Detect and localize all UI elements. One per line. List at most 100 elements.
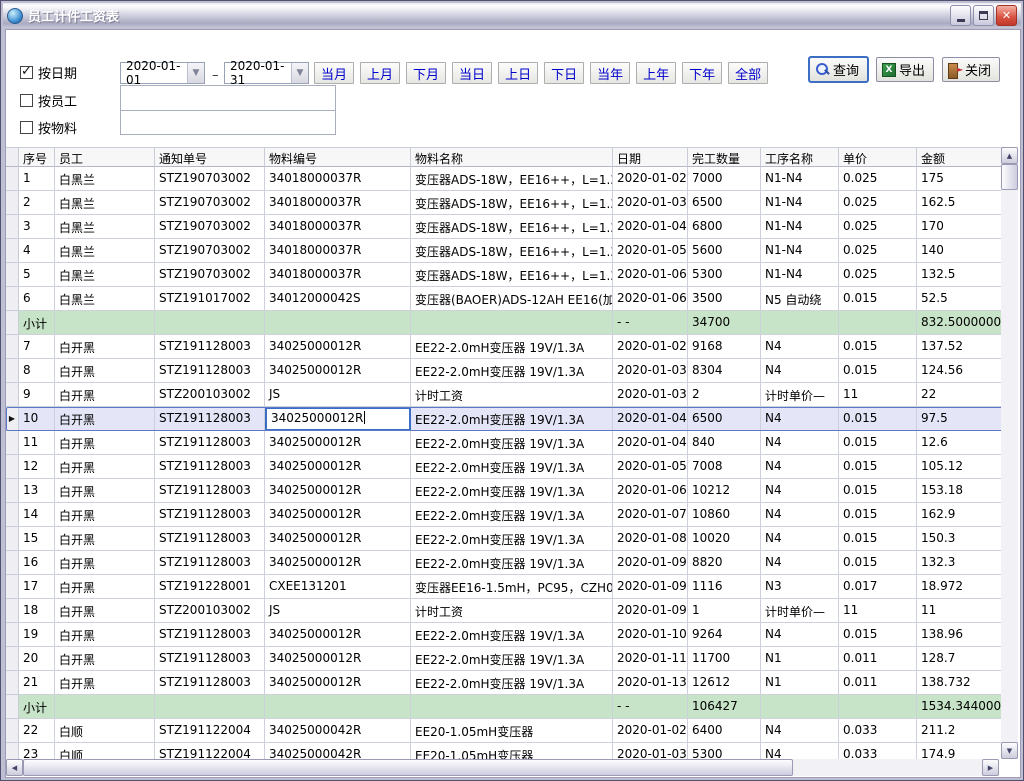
cell[interactable]: 白开黑	[55, 335, 155, 359]
cell[interactable]: 0.011	[839, 671, 917, 695]
cell[interactable]: 10	[19, 407, 55, 431]
cell[interactable]: 105.12	[917, 455, 1003, 479]
row-header[interactable]	[6, 431, 19, 455]
table-row[interactable]: 12白开黑STZ19112800334025000012REE22-2.0mH变…	[6, 455, 1003, 479]
cell[interactable]: 白开黑	[55, 527, 155, 551]
cell[interactable]: 7008	[688, 455, 761, 479]
cell[interactable]: 2020-01-02	[613, 167, 688, 191]
row-header[interactable]	[6, 719, 19, 743]
cell[interactable]	[55, 695, 155, 719]
cell[interactable]: 2020-01-03	[613, 383, 688, 407]
cell[interactable]: 128.7	[917, 647, 1003, 671]
cell[interactable]: 153.18	[917, 479, 1003, 503]
cell[interactable]: 变压器EE16-1.5mH，PC95，CZH0	[411, 575, 613, 599]
chevron-down-icon[interactable]: ▼	[291, 63, 308, 83]
filter-by-employee[interactable]: 按员工	[20, 91, 77, 110]
cell[interactable]: 97.5	[917, 407, 1003, 431]
row-header[interactable]	[6, 455, 19, 479]
quick-range-button[interactable]: 上月	[360, 62, 400, 84]
vertical-scrollbar[interactable]: ▲ ▼	[1001, 147, 1018, 759]
cell[interactable]: 18.972	[917, 575, 1003, 599]
cell[interactable]	[411, 695, 613, 719]
cell[interactable]: 2020-01-08	[613, 527, 688, 551]
subtotal-row[interactable]: 小计- -34700832.5000000	[6, 311, 1003, 335]
scroll-down-icon[interactable]: ▼	[1001, 742, 1018, 759]
horizontal-scroll-thumb[interactable]	[23, 759, 793, 776]
row-header[interactable]	[6, 263, 19, 287]
cell[interactable]: 2020-01-02	[613, 719, 688, 743]
cell[interactable]: 0.015	[839, 431, 917, 455]
cell[interactable]: STZ190703002	[155, 239, 265, 263]
cell[interactable]: STZ191128003	[155, 527, 265, 551]
cell[interactable]: STZ191128003	[155, 359, 265, 383]
export-button[interactable]: X 导出	[876, 57, 934, 82]
cell[interactable]: 34025000012R	[265, 431, 411, 455]
quick-range-button[interactable]: 上日	[498, 62, 538, 84]
row-header[interactable]	[6, 359, 19, 383]
cell[interactable]: 34025000012R	[265, 359, 411, 383]
cell[interactable]: STZ191128003	[155, 671, 265, 695]
column-header[interactable]: 完工数量	[688, 147, 761, 167]
material-filter-input[interactable]	[120, 110, 336, 135]
cell[interactable]: 1	[19, 167, 55, 191]
cell[interactable]: STZ200103002	[155, 383, 265, 407]
chevron-down-icon[interactable]: ▼	[187, 63, 204, 83]
row-header[interactable]	[6, 335, 19, 359]
cell[interactable]: 变压器(BAOER)ADS-12AH EE16(加	[411, 287, 613, 311]
cell[interactable]	[265, 695, 411, 719]
cell[interactable]: 8	[19, 359, 55, 383]
cell[interactable]: 1	[688, 599, 761, 623]
cell[interactable]: 白开黑	[55, 407, 155, 431]
column-header[interactable]: 物料编号	[265, 147, 411, 167]
cell[interactable]: N4	[761, 455, 839, 479]
cell[interactable]: STZ191128003	[155, 335, 265, 359]
table-row[interactable]: 11白开黑STZ19112800334025000012REE22-2.0mH变…	[6, 431, 1003, 455]
cell[interactable]: JS	[265, 383, 411, 407]
cell[interactable]: STZ191228001	[155, 575, 265, 599]
cell[interactable]: 34025000012R	[265, 455, 411, 479]
cell[interactable]: STZ190703002	[155, 215, 265, 239]
cell[interactable]: N4	[761, 407, 839, 431]
horizontal-scrollbar[interactable]: ◀ ▶	[6, 759, 999, 776]
cell[interactable]: N1	[761, 671, 839, 695]
quick-range-button[interactable]: 当年	[590, 62, 630, 84]
quick-range-button[interactable]: 当日	[452, 62, 492, 84]
cell[interactable]: 34025000012R	[265, 551, 411, 575]
cell[interactable]: 175	[917, 167, 1003, 191]
table-row[interactable]: 5白黑兰STZ19070300234018000037R变压器ADS-18W，E…	[6, 263, 1003, 287]
cell[interactable]: 5600	[688, 239, 761, 263]
table-row[interactable]: 14白开黑STZ19112800334025000012REE22-2.0mH变…	[6, 503, 1003, 527]
cell[interactable]: 变压器ADS-18W，EE16++，L=1.3m	[411, 215, 613, 239]
table-row[interactable]: 7白开黑STZ19112800334025000012REE22-2.0mH变压…	[6, 335, 1003, 359]
cell[interactable]: 0.025	[839, 191, 917, 215]
cell[interactable]: 22	[917, 383, 1003, 407]
cell[interactable]: 变压器ADS-18W，EE16++，L=1.3m	[411, 263, 613, 287]
row-header[interactable]	[6, 695, 19, 719]
cell[interactable]: 840	[688, 431, 761, 455]
cell[interactable]: 0.033	[839, 743, 917, 759]
cell[interactable]: 8304	[688, 359, 761, 383]
cell[interactable]: N4	[761, 431, 839, 455]
table-row[interactable]: 4白黑兰STZ19070300234018000037R变压器ADS-18W，E…	[6, 239, 1003, 263]
cell[interactable]: N4	[761, 479, 839, 503]
cell[interactable]: N1-N4	[761, 191, 839, 215]
cell[interactable]: JS	[265, 599, 411, 623]
cell[interactable]: 10860	[688, 503, 761, 527]
table-row[interactable]: 15白开黑STZ19112800334025000012REE22-2.0mH变…	[6, 527, 1003, 551]
table-row[interactable]: 3白黑兰STZ19070300234018000037R变压器ADS-18W，E…	[6, 215, 1003, 239]
cell[interactable]: 白开黑	[55, 599, 155, 623]
row-header[interactable]	[6, 527, 19, 551]
cell[interactable]: 3	[19, 215, 55, 239]
cell[interactable]: STZ200103002	[155, 599, 265, 623]
cell[interactable]: 2020-01-05	[613, 239, 688, 263]
cell[interactable]: 150.3	[917, 527, 1003, 551]
table-row[interactable]: 21白开黑STZ19112800334025000012REE22-2.0mH变…	[6, 671, 1003, 695]
row-header[interactable]	[6, 575, 19, 599]
cell[interactable]: STZ190703002	[155, 167, 265, 191]
cell[interactable]: 34025000012R	[265, 335, 411, 359]
cell[interactable]: 计时单价—	[761, 599, 839, 623]
row-header[interactable]	[6, 239, 19, 263]
quick-range-button[interactable]: 当月	[314, 62, 354, 84]
cell[interactable]: 2020-01-07	[613, 503, 688, 527]
cell[interactable]: 0.015	[839, 407, 917, 431]
